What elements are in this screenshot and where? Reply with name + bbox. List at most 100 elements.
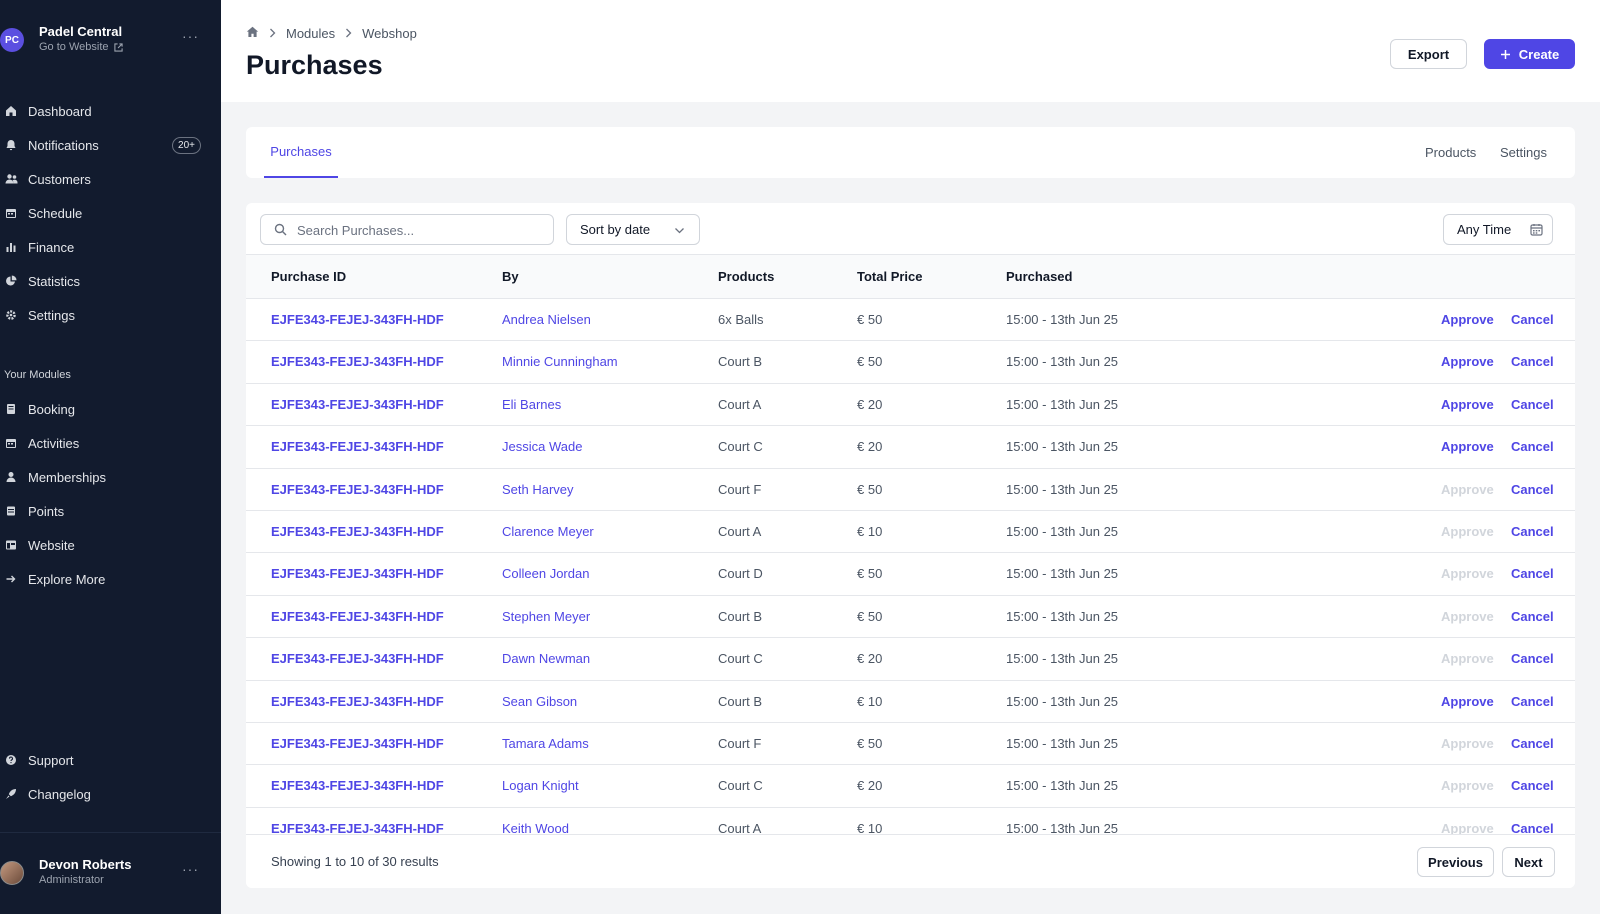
approve-button[interactable]: Approve — [1441, 397, 1494, 412]
home-icon[interactable] — [246, 26, 259, 41]
sidebar-item-label: Schedule — [28, 205, 83, 221]
product-cell: Court D — [718, 566, 763, 582]
product-cell: Court C — [718, 651, 763, 667]
sidebar-item-website[interactable]: Website — [0, 528, 221, 562]
book-icon — [4, 402, 18, 416]
org-switcher[interactable]: PC Padel Central Go to Website ··· — [0, 22, 221, 62]
purchase-id-link[interactable]: EJFE343-FEJEJ-343FH-HDF — [271, 397, 444, 412]
price-cell: € 50 — [857, 481, 883, 497]
create-button-label: Create — [1518, 46, 1560, 62]
purchase-id-link[interactable]: EJFE343-FEJEJ-343FH-HDF — [271, 524, 444, 539]
cancel-button[interactable]: Cancel — [1511, 354, 1554, 369]
purchase-id-link[interactable]: EJFE343-FEJEJ-343FH-HDF — [271, 312, 444, 327]
cancel-button[interactable]: Cancel — [1511, 439, 1554, 454]
go-to-website-link[interactable]: Go to Website — [39, 41, 123, 53]
sidebar-item-support[interactable]: Support — [0, 743, 221, 777]
column-header-purchased[interactable]: Purchased — [1006, 269, 1072, 284]
sidebar-item-schedule[interactable]: Schedule — [0, 196, 221, 230]
org-menu-icon[interactable]: ··· — [182, 28, 199, 44]
table-row: EJFE343-FEJEJ-343FH-HDF Jessica Wade Court… — [246, 426, 1575, 469]
go-to-website-label: Go to Website — [39, 41, 109, 53]
sidebar-item-explore-more[interactable]: Explore More — [0, 562, 221, 596]
tab-products[interactable]: Products — [1425, 127, 1476, 178]
approve-button[interactable]: Approve — [1441, 354, 1494, 369]
sidebar-item-label: Booking — [28, 401, 75, 417]
breadcrumb-modules[interactable]: Modules — [286, 26, 335, 41]
cancel-button[interactable]: Cancel — [1511, 524, 1554, 539]
search-box[interactable] — [260, 214, 554, 245]
purchase-id-link[interactable]: EJFE343-FEJEJ-343FH-HDF — [271, 694, 444, 709]
cancel-button[interactable]: Cancel — [1511, 736, 1554, 751]
customer-link[interactable]: Tamara Adams — [502, 736, 589, 751]
customer-link[interactable]: Stephen Meyer — [502, 609, 590, 624]
sidebar-item-booking[interactable]: Booking — [0, 392, 221, 426]
sidebar-item-notifications[interactable]: Notifications 20+ — [0, 128, 221, 162]
column-header-products[interactable]: Products — [718, 269, 774, 284]
purchase-id-link[interactable]: EJFE343-FEJEJ-343FH-HDF — [271, 439, 444, 454]
sidebar-item-memberships[interactable]: Memberships — [0, 460, 221, 494]
customer-link[interactable]: Seth Harvey — [502, 482, 574, 497]
customer-link[interactable]: Eli Barnes — [502, 397, 561, 412]
cancel-button[interactable]: Cancel — [1511, 778, 1554, 793]
sidebar: PC Padel Central Go to Website ··· Dashb… — [0, 0, 221, 914]
customer-link[interactable]: Clarence Meyer — [502, 524, 594, 539]
export-button[interactable]: Export — [1390, 39, 1467, 69]
cancel-button[interactable]: Cancel — [1511, 694, 1554, 709]
customer-link[interactable]: Minnie Cunningham — [502, 354, 618, 369]
customer-link[interactable]: Sean Gibson — [502, 694, 577, 709]
purchase-id-link[interactable]: EJFE343-FEJEJ-343FH-HDF — [271, 566, 444, 581]
approve-button[interactable]: Approve — [1441, 312, 1494, 327]
column-header-by[interactable]: By — [502, 269, 519, 284]
sidebar-item-finance[interactable]: Finance — [0, 230, 221, 264]
cancel-button[interactable]: Cancel — [1511, 482, 1554, 497]
search-input[interactable] — [297, 220, 547, 240]
create-button[interactable]: Create — [1484, 39, 1575, 69]
cancel-button[interactable]: Cancel — [1511, 312, 1554, 327]
sidebar-item-statistics[interactable]: Statistics — [0, 264, 221, 298]
sidebar-item-activities[interactable]: Activities — [0, 426, 221, 460]
sidebar-item-dashboard[interactable]: Dashboard — [0, 94, 221, 128]
tab-purchases[interactable]: Purchases — [264, 127, 338, 178]
search-icon — [274, 223, 287, 241]
purchase-id-link[interactable]: EJFE343-FEJEJ-343FH-HDF — [271, 354, 444, 369]
sidebar-item-settings[interactable]: Settings — [0, 298, 221, 332]
cancel-button[interactable]: Cancel — [1511, 397, 1554, 412]
approve-button[interactable]: Approve — [1441, 439, 1494, 454]
customer-link[interactable]: Colleen Jordan — [502, 566, 589, 581]
cancel-button[interactable]: Cancel — [1511, 651, 1554, 666]
table-body: EJFE343-FEJEJ-343FH-HDF Andrea Nielsen 6x … — [246, 299, 1575, 851]
sidebar-item-points[interactable]: Points — [0, 494, 221, 528]
sort-select[interactable]: Sort by date — [566, 214, 700, 245]
column-header-purchase-id[interactable]: Purchase ID — [271, 269, 346, 284]
table-row: EJFE343-FEJEJ-343FH-HDF Dawn Newman Court … — [246, 638, 1575, 681]
sidebar-item-label: Explore More — [28, 571, 106, 587]
customer-link[interactable]: Andrea Nielsen — [502, 312, 591, 327]
next-page-button[interactable]: Next — [1502, 847, 1555, 877]
notifications-count-badge: 20+ — [172, 136, 201, 154]
modules-section-label: Your Modules — [4, 369, 71, 381]
customer-link[interactable]: Jessica Wade — [502, 439, 582, 454]
purchase-id-link[interactable]: EJFE343-FEJEJ-343FH-HDF — [271, 651, 444, 666]
purchase-id-link[interactable]: EJFE343-FEJEJ-343FH-HDF — [271, 482, 444, 497]
price-cell: € 50 — [857, 312, 883, 327]
cancel-button[interactable]: Cancel — [1511, 566, 1554, 581]
purchase-id-link[interactable]: EJFE343-FEJEJ-343FH-HDF — [271, 736, 444, 751]
approve-button[interactable]: Approve — [1441, 694, 1494, 709]
date-range-picker[interactable]: Any Time — [1443, 214, 1553, 245]
customer-link[interactable]: Logan Knight — [502, 778, 579, 793]
sidebar-item-customers[interactable]: Customers — [0, 162, 221, 196]
column-header-total-price[interactable]: Total Price — [857, 269, 923, 284]
breadcrumb-webshop[interactable]: Webshop — [362, 26, 417, 41]
previous-page-button[interactable]: Previous — [1417, 847, 1494, 877]
product-cell: Court C — [718, 778, 763, 794]
purchase-id-link[interactable]: EJFE343-FEJEJ-343FH-HDF — [271, 778, 444, 793]
user-profile[interactable]: Devon Roberts Administrator ··· — [0, 832, 221, 914]
approve-button: Approve — [1441, 735, 1494, 751]
avatar — [0, 861, 24, 885]
tab-settings[interactable]: Settings — [1500, 127, 1547, 178]
user-menu-icon[interactable]: ··· — [182, 861, 199, 877]
sidebar-item-changelog[interactable]: Changelog — [0, 777, 221, 811]
purchase-id-link[interactable]: EJFE343-FEJEJ-343FH-HDF — [271, 609, 444, 624]
customer-link[interactable]: Dawn Newman — [502, 651, 590, 666]
cancel-button[interactable]: Cancel — [1511, 609, 1554, 624]
